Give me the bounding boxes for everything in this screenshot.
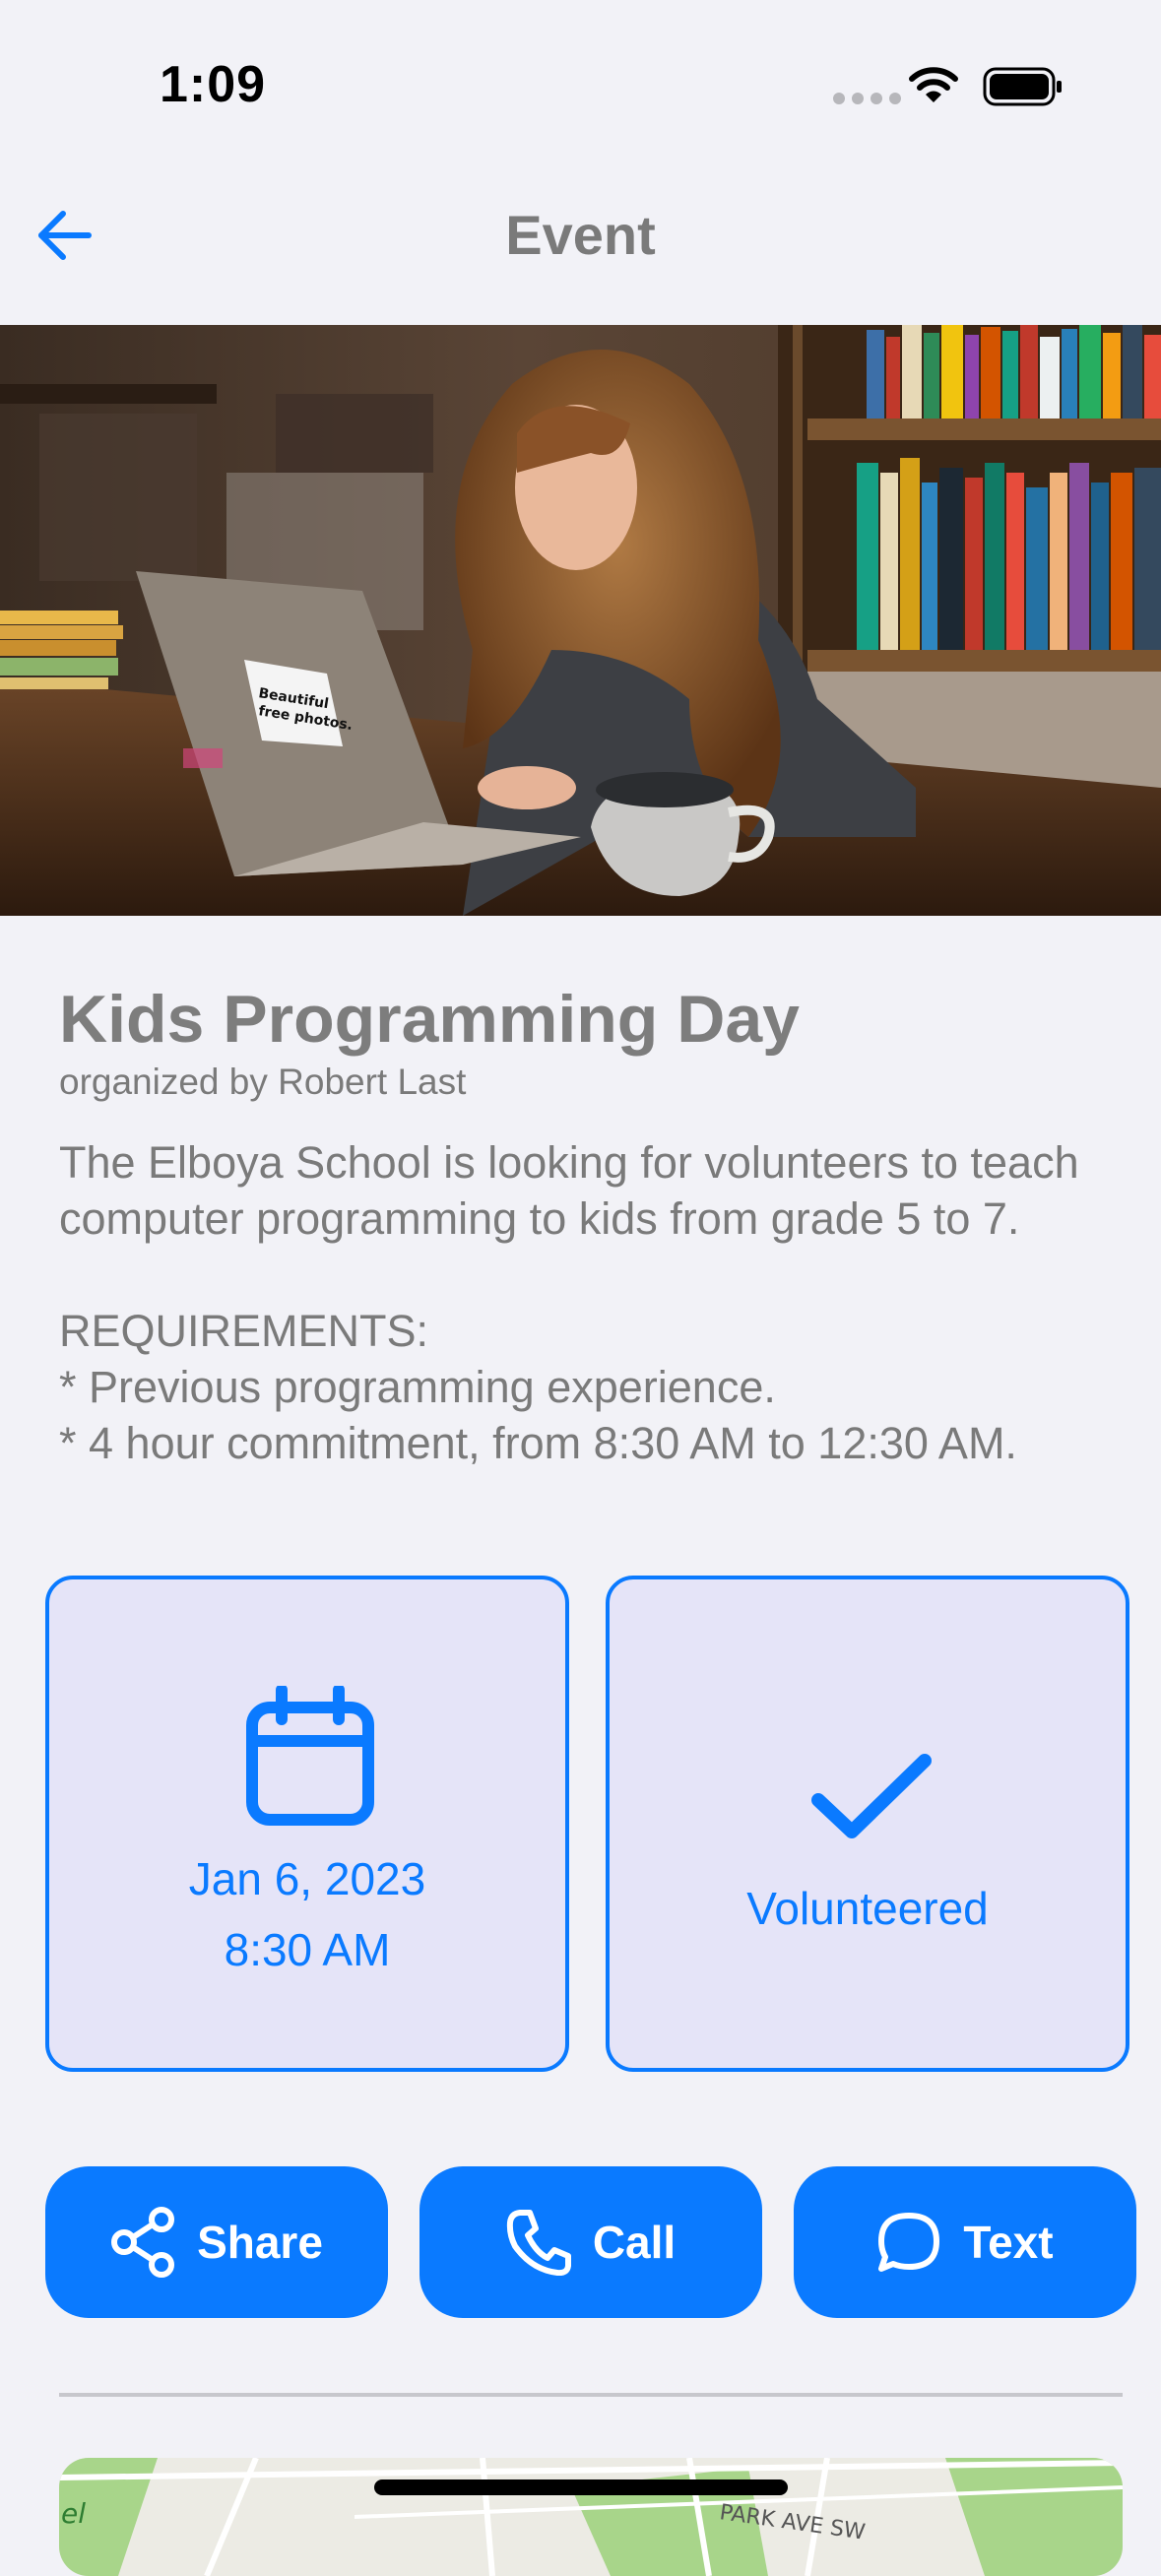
event-hero-image: Beautiful free photos. — [0, 325, 1161, 916]
event-description: The Elboya School is looking for volunte… — [59, 1137, 1079, 1468]
phone-icon — [506, 2210, 571, 2276]
calendar-icon — [246, 1686, 374, 1826]
event-title: Kids Programming Day — [59, 982, 800, 1057]
share-button[interactable]: Share — [45, 2166, 388, 2318]
share-label: Share — [197, 2217, 323, 2268]
page-title: Event — [505, 204, 656, 266]
wifi-icon — [909, 67, 958, 102]
event-date: Jan 6, 2023 — [188, 1853, 426, 1904]
event-organizer: organized by Robert Last — [59, 1062, 467, 1102]
battery-icon — [983, 67, 1062, 106]
cellular-signal-icon — [833, 93, 901, 104]
section-divider — [59, 2393, 1123, 2397]
text-label: Text — [963, 2217, 1054, 2268]
volunteer-status-card[interactable]: Volunteered — [606, 1576, 1129, 2072]
status-time: 1:09 — [160, 56, 267, 113]
chat-bubble-icon — [878, 2213, 940, 2272]
home-indicator[interactable] — [374, 2479, 788, 2495]
call-label: Call — [592, 2217, 677, 2268]
share-icon — [111, 2207, 175, 2278]
event-location-map[interactable]: PARK AVE SW el — [59, 2458, 1123, 2576]
volunteer-status-label: Volunteered — [746, 1883, 989, 1934]
text-message-button[interactable]: Text — [794, 2166, 1136, 2318]
event-time: 8:30 AM — [224, 1924, 391, 1975]
status-bar: 1:09 — [0, 0, 1161, 158]
event-date-card[interactable]: Jan 6, 2023 8:30 AM — [45, 1576, 569, 2072]
checkmark-icon — [811, 1754, 932, 1838]
map-edge-label: el — [61, 2497, 86, 2530]
call-button[interactable]: Call — [419, 2166, 762, 2318]
